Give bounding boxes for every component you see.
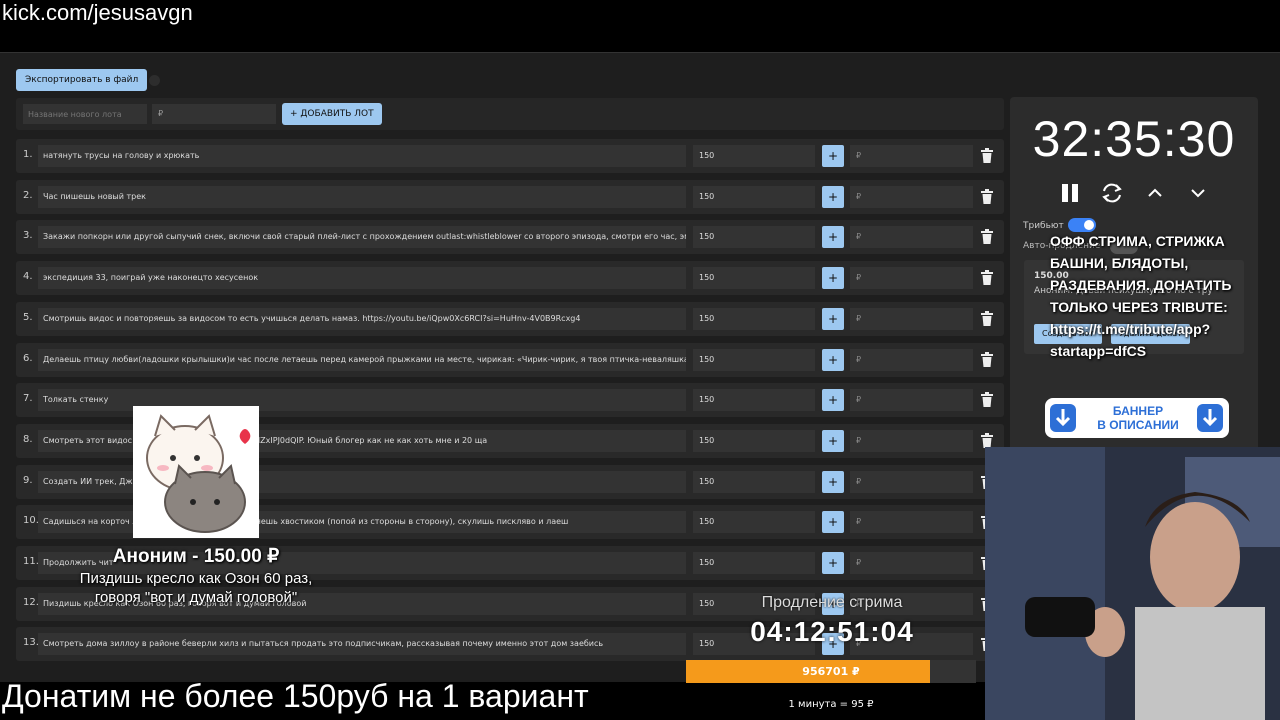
lot-add-button[interactable]: + xyxy=(822,511,844,534)
alert-sticker xyxy=(133,406,259,538)
lot-add-button[interactable]: + xyxy=(822,470,844,493)
lot-name-input[interactable]: Смотреть дома зиллоу в районе беверли хи… xyxy=(38,633,686,656)
lot-row: 6. Делаешь птицу любви(ладошки крылышки)и… xyxy=(16,342,1004,377)
alert-title: Аноним - 150.00 ₽ xyxy=(112,546,280,567)
lot-sum-input[interactable]: 150 xyxy=(693,226,815,249)
lot-number: 10. xyxy=(23,515,39,527)
extension-label: Продление стрима xyxy=(761,594,903,611)
lot-row: 1. натянуть трусы на голову и хрюкать 150 +… xyxy=(16,139,1004,173)
lot-donate-input[interactable]: ₽ xyxy=(850,145,973,167)
lot-donate-input[interactable]: ₽ xyxy=(850,348,973,371)
status-dot xyxy=(149,75,160,86)
download-arrow-icon xyxy=(1050,404,1076,432)
lot-sum-input[interactable]: 150 xyxy=(693,185,815,208)
chevron-down-icon[interactable] xyxy=(1185,180,1211,206)
lot-name-input[interactable]: Делаешь птицу любви(ладошки крылышки)и ч… xyxy=(38,348,686,371)
lot-add-button[interactable]: + xyxy=(822,348,844,371)
alert-message: Пиздишь кресло как Озон 60 раз, говоря "… xyxy=(79,570,313,606)
extension-timer: 04:12:51:04 xyxy=(750,616,914,647)
banner-line-2: В ОПИСАНИИ xyxy=(1097,418,1179,432)
trash-icon[interactable] xyxy=(981,432,993,448)
add-lot-row: ₽ + ДОБАВИТЬ ЛОТ xyxy=(16,98,1004,130)
lot-add-button[interactable]: + xyxy=(822,145,844,167)
lot-row: 3. Закажи попкорн или другой сыпучий снек… xyxy=(16,220,1004,255)
lot-sum-input[interactable]: 150 xyxy=(693,511,815,534)
lot-donate-input[interactable]: ₽ xyxy=(850,185,973,208)
lot-add-button[interactable]: + xyxy=(822,226,844,249)
trash-icon[interactable] xyxy=(981,392,993,408)
rate-text: 1 минута = 95 ₽ xyxy=(788,699,874,710)
pause-icon[interactable] xyxy=(1057,180,1083,206)
lot-number: 11. xyxy=(23,556,39,567)
lot-name-input[interactable]: экспедиция 33, поиграй уже наконецто хес… xyxy=(38,267,686,290)
lot-number: 1. xyxy=(23,149,33,160)
lot-donate-input[interactable]: ₽ xyxy=(850,307,973,330)
trash-icon[interactable] xyxy=(981,148,993,163)
lot-sum-input[interactable]: 150 xyxy=(693,429,815,452)
lot-donate-input[interactable]: ₽ xyxy=(850,552,973,574)
lot-name-input[interactable]: Час пишешь новый трек xyxy=(38,185,686,208)
lot-add-button[interactable]: + xyxy=(822,552,844,574)
stream-overlay-text: ОФФ СТРИМА, СТРИЖКА БАШНИ, БЛЯДОТЫ, РАЗД… xyxy=(1050,233,1232,359)
lot-name-input[interactable]: Смотришь видос и повторяешь за видосом т… xyxy=(38,307,686,330)
reset-icon[interactable] xyxy=(1099,180,1125,206)
trash-icon[interactable] xyxy=(981,351,993,367)
lot-sum-input[interactable]: 150 xyxy=(693,389,815,412)
download-arrow-icon xyxy=(1197,404,1223,432)
lot-donate-input[interactable]: ₽ xyxy=(850,226,973,249)
lot-sum-input[interactable]: 150 xyxy=(693,267,815,290)
lot-sum-input[interactable]: 150 xyxy=(693,307,815,330)
banner-text: БАННЕР В ОПИСАНИИ xyxy=(1082,404,1194,432)
lot-donate-input[interactable]: ₽ xyxy=(850,389,973,412)
lot-number: 4. xyxy=(23,271,33,283)
bottom-banner: Донатим не более 150руб на 1 вариант xyxy=(2,678,589,714)
lot-donate-input[interactable]: ₽ xyxy=(850,429,973,452)
lot-name-input[interactable]: Закажи попкорн или другой сыпучий снек, … xyxy=(38,226,686,249)
export-button[interactable]: Экспортировать в файл xyxy=(16,69,148,91)
trash-icon[interactable] xyxy=(981,188,993,204)
lot-number: 12. xyxy=(23,596,39,608)
lot-add-button[interactable]: + xyxy=(822,307,844,330)
lot-sum-input[interactable]: 150 xyxy=(693,348,815,371)
lot-sum-input[interactable]: 150 xyxy=(693,145,815,167)
lot-add-button[interactable]: + xyxy=(822,389,844,412)
lot-number: 2. xyxy=(23,189,33,201)
trash-icon[interactable] xyxy=(981,270,993,286)
lot-add-button[interactable]: + xyxy=(822,267,844,290)
lot-number: 9. xyxy=(23,474,33,486)
lot-number: 5. xyxy=(23,311,33,323)
lot-donate-input[interactable]: ₽ xyxy=(850,470,973,493)
lot-name-input[interactable]: натянуть трусы на голову и хрюкать xyxy=(38,145,686,167)
lot-donate-input[interactable]: ₽ xyxy=(850,267,973,290)
lot-number: 6. xyxy=(23,352,33,364)
progress-label: 956701 ₽ xyxy=(802,665,860,678)
chevron-up-icon[interactable] xyxy=(1142,180,1168,206)
lot-number: 3. xyxy=(23,230,33,242)
lot-donate-input[interactable]: ₽ xyxy=(850,511,973,534)
lot-sum-input[interactable]: 150 xyxy=(693,552,815,574)
lot-number: 13. xyxy=(23,637,39,649)
stream-screen: kick.com/jesusavgn Экспортировать в файл… xyxy=(0,0,1280,720)
lot-add-button[interactable]: + xyxy=(822,185,844,208)
webcam-feed xyxy=(985,447,1280,720)
lot-number: 7. xyxy=(23,393,33,405)
lot-row: 4. экспедиция 33, поиграй уже наконецто х… xyxy=(16,261,1004,296)
lot-row: 5. Смотришь видос и повторяешь за видосом… xyxy=(16,301,1004,336)
banner-line-1: БАННЕР xyxy=(1112,404,1164,418)
lot-row: 2. Час пишешь новый трек 150 + ₽ xyxy=(16,179,1004,214)
lot-sum-input[interactable]: 150 xyxy=(693,470,815,493)
lot-number: 8. xyxy=(23,433,33,445)
main-timer: 32:35:30 xyxy=(1032,111,1236,167)
new-lot-name-input[interactable] xyxy=(23,104,147,124)
trash-icon[interactable] xyxy=(981,229,993,245)
add-lot-button[interactable]: + ДОБАВИТЬ ЛОТ xyxy=(282,103,382,125)
lot-add-button[interactable]: + xyxy=(822,429,844,452)
new-lot-price-input[interactable]: ₽ xyxy=(152,104,276,124)
trash-icon[interactable] xyxy=(981,310,993,326)
stream-url: kick.com/jesusavgn xyxy=(2,0,193,25)
